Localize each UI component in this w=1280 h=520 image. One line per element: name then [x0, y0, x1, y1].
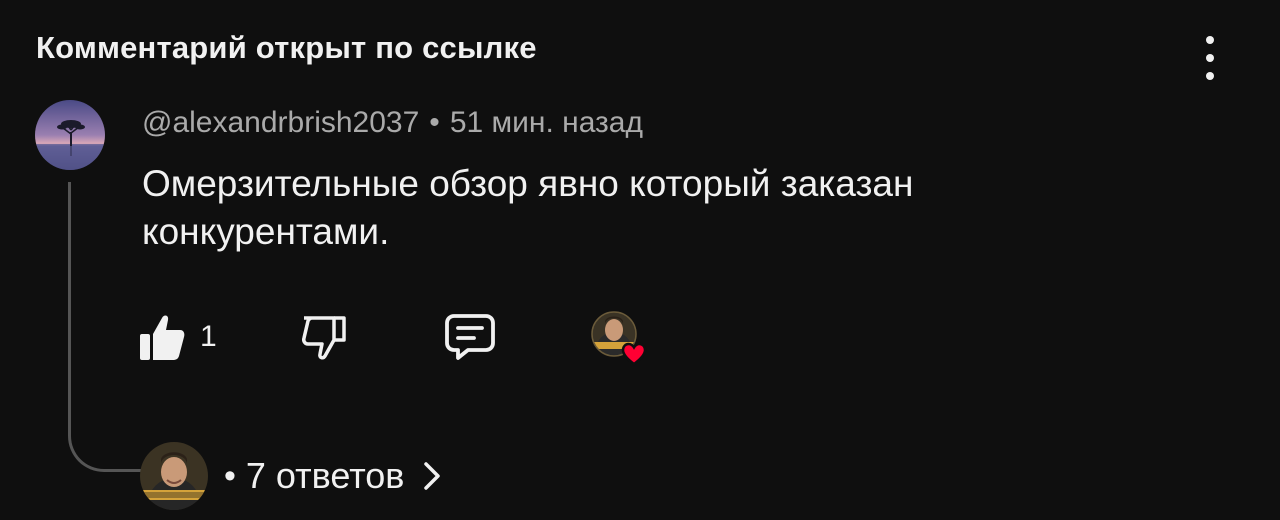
reply-avatar-icon [140, 442, 208, 510]
dislike-button[interactable] [300, 308, 348, 366]
meta-separator: • [429, 106, 440, 139]
thumbs-up-icon [140, 315, 185, 360]
view-replies-button[interactable]: • 7 ответов [140, 440, 442, 512]
page-title: Комментарий открыт по ссылке [36, 30, 537, 65]
kebab-menu-icon[interactable] [1190, 36, 1230, 80]
creator-heart-icon [591, 311, 647, 366]
reply-button[interactable] [444, 308, 496, 366]
author-avatar[interactable] [35, 100, 105, 170]
reply-comment-icon [445, 314, 495, 360]
avatar-tree-sunset-icon [35, 100, 105, 170]
comment-time: 51 мин. назад [449, 106, 643, 139]
chevron-right-icon [422, 460, 442, 492]
comment-body: Омерзительные обзор явно который заказан… [142, 163, 914, 252]
comment-meta: @alexandrbrish2037 • 51 мин. назад [142, 106, 643, 140]
replies-label[interactable]: 7 ответов [246, 455, 405, 497]
thumbs-down-icon [302, 316, 346, 360]
replies-separator: • [224, 456, 236, 495]
reply-author-avatar [140, 442, 208, 510]
like-count: 1 [200, 320, 217, 353]
author-handle[interactable]: @alexandrbrish2037 [142, 106, 419, 139]
comment-page: Комментарий открыт по ссылке @alexandrbr… [0, 0, 1280, 520]
creator-heart-badge [590, 310, 650, 370]
like-button[interactable]: 1 [138, 308, 217, 366]
